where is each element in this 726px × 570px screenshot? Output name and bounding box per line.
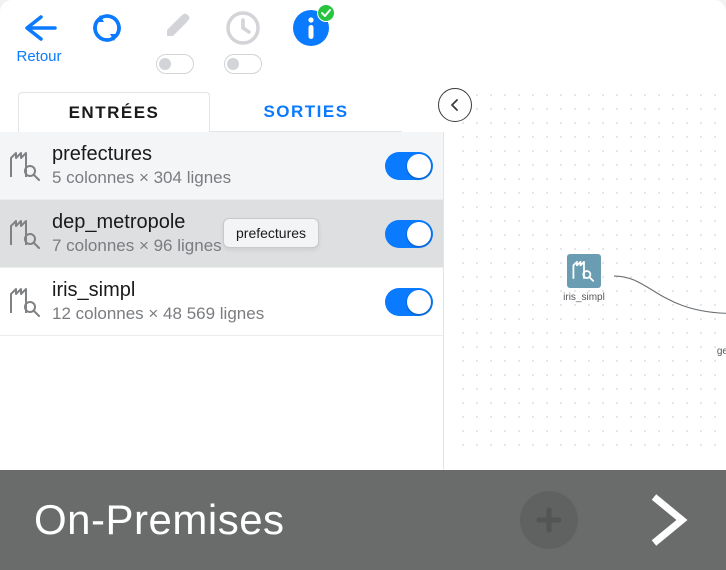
graph-edge-label: ge [717, 346, 726, 357]
dataset-icon [0, 287, 52, 317]
info-checkmark-icon [317, 4, 335, 22]
graph-edge [594, 270, 726, 330]
list-item-subtitle: 5 colonnes × 304 lignes [52, 166, 375, 190]
eyedropper-toggle[interactable] [156, 54, 194, 74]
entries-list: prefectures 5 colonnes × 304 lignes dep_… [0, 132, 444, 492]
collapse-panel-button[interactable] [438, 88, 472, 122]
refresh-button[interactable] [85, 6, 129, 50]
footer-bar: On-Premises [0, 470, 726, 570]
dataset-icon [567, 254, 601, 288]
back-label: Retour [16, 48, 61, 65]
graph-node-label: iris_simpl [563, 292, 605, 303]
back-button[interactable] [17, 6, 61, 50]
list-item[interactable]: dep_metropole 7 colonnes × 96 lignes [0, 200, 443, 268]
list-item-title: dep_metropole [52, 210, 375, 234]
clock-icon [221, 6, 265, 50]
tooltip: prefectures [223, 218, 319, 248]
dataset-icon [0, 151, 52, 181]
list-item[interactable]: prefectures 5 colonnes × 304 lignes [0, 132, 443, 200]
list-item-title: iris_simpl [52, 278, 375, 302]
info-button[interactable] [289, 6, 333, 50]
graph-canvas[interactable]: iris_simpl ge [460, 92, 726, 458]
list-item-title: prefectures [52, 142, 375, 166]
tab-entries[interactable]: ENTRÉES [18, 92, 210, 132]
list-item-subtitle: 7 colonnes × 96 lignes [52, 234, 375, 258]
graph-node[interactable]: iris_simpl [560, 254, 608, 303]
dataset-icon [0, 219, 52, 249]
eyedropper-icon [153, 6, 197, 50]
list-item[interactable]: iris_simpl 12 colonnes × 48 569 lignes [0, 268, 443, 336]
list-item-toggle[interactable] [385, 220, 433, 248]
list-item-toggle[interactable] [385, 288, 433, 316]
add-button[interactable] [520, 491, 578, 549]
list-item-toggle[interactable] [385, 152, 433, 180]
toolbar: Retour [0, 0, 726, 78]
tab-sorties[interactable]: SORTIES [210, 92, 402, 132]
next-button[interactable] [648, 491, 692, 549]
list-item-subtitle: 12 colonnes × 48 569 lignes [52, 302, 375, 326]
footer-title: On-Premises [34, 496, 520, 544]
clock-toggle[interactable] [224, 54, 262, 74]
